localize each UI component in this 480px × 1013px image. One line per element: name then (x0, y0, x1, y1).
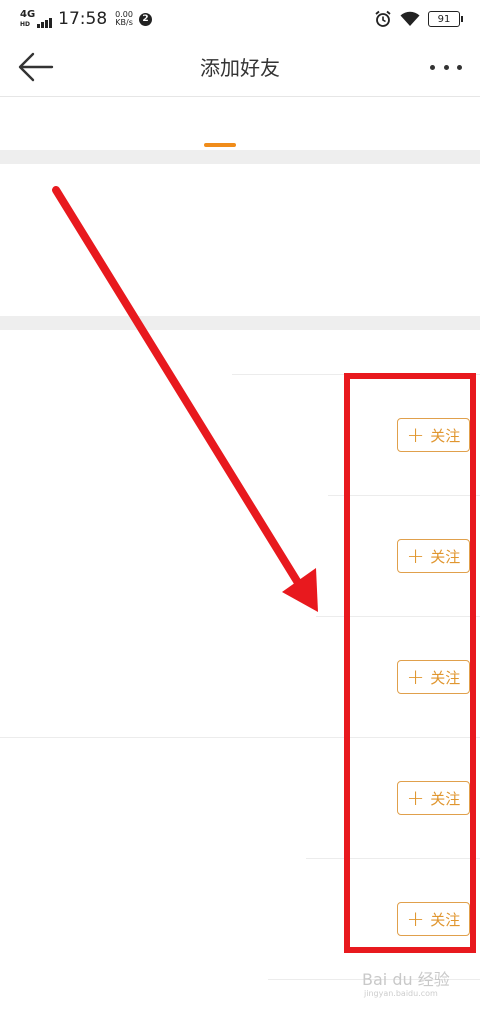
wifi-icon (400, 11, 420, 26)
notification-badge: 2 (138, 12, 152, 26)
watermark-logo: Bai du 经验 (362, 970, 450, 989)
watermark-url: jingyan.baidu.com (364, 989, 438, 998)
clock-time: 17:58 (58, 9, 108, 29)
status-bar: 4G HD 17:58 0.00 KB/s 2 91 (0, 0, 480, 38)
status-bar-right: 91 (374, 8, 463, 30)
battery-icon: 91 (428, 11, 463, 27)
status-bar-left: 4G HD 17:58 0.00 KB/s 2 (20, 7, 152, 31)
alarm-icon (375, 10, 391, 27)
nav-bar: 添加好友 (0, 38, 480, 97)
annotation-highlight-box (344, 373, 476, 953)
tab-indicator (204, 143, 236, 147)
page-title: 添加好友 (200, 56, 280, 80)
battery-level: 91 (437, 13, 451, 25)
section-separator (0, 316, 480, 330)
network-speed: 0.00 KB/s (115, 10, 133, 27)
signal-icon (37, 18, 53, 28)
section-separator (0, 150, 480, 164)
network-type: 4G HD (20, 8, 36, 28)
more-horizontal-icon[interactable] (426, 52, 466, 82)
